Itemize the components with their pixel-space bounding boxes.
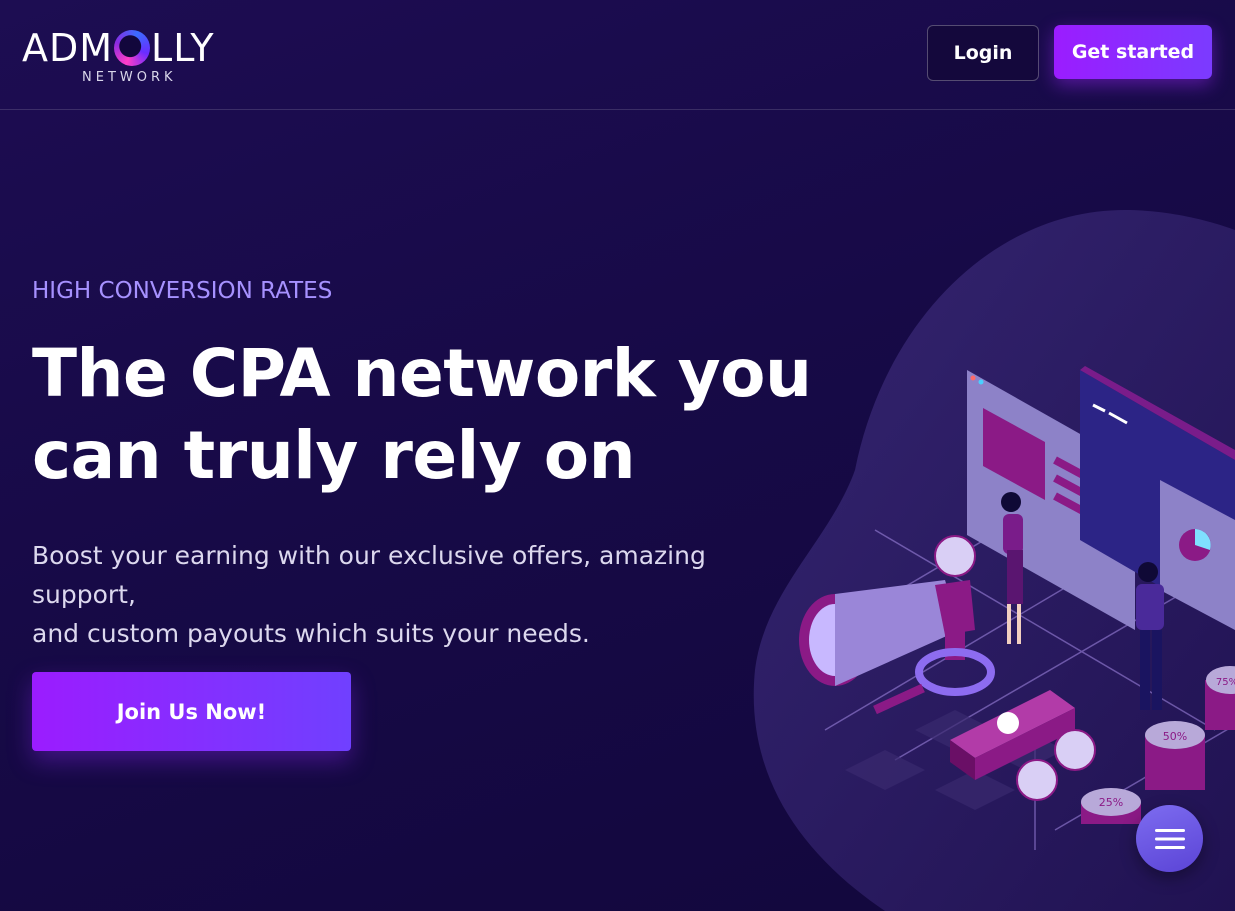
site-header: ADM LLY NETWORK Login Get started <box>0 0 1235 110</box>
menu-fab-button[interactable] <box>1136 805 1203 872</box>
hero-eyebrow: HIGH CONVERSION RATES <box>32 278 333 304</box>
hamburger-menu-icon <box>1154 828 1185 849</box>
headline-line-2: can truly rely on <box>32 417 636 494</box>
join-us-button[interactable]: Join Us Now! <box>32 672 351 751</box>
subtext-line-1: Boost your earning with our exclusive of… <box>32 541 706 609</box>
hero-headline: The CPA network you can truly rely on <box>32 333 852 497</box>
subtext-line-2: and custom payouts which suits your need… <box>32 619 590 648</box>
get-started-button[interactable]: Get started <box>1054 25 1212 79</box>
gradient-ring-icon <box>114 30 151 66</box>
percent-25-label: 25% <box>1099 796 1123 809</box>
admolly-logo[interactable]: ADM LLY NETWORK <box>22 28 242 88</box>
logo-text-left: ADM <box>22 26 114 70</box>
login-button[interactable]: Login <box>927 25 1039 81</box>
hero-subtext: Boost your earning with our exclusive of… <box>32 536 812 653</box>
headline-line-1: The CPA network you <box>32 335 812 412</box>
percent-75-label: 75% <box>1216 677 1235 688</box>
percent-50-label: 50% <box>1163 730 1187 743</box>
logo-wordmark: ADM LLY <box>22 28 242 68</box>
logo-text-right: LLY <box>151 26 215 70</box>
logo-subtitle: NETWORK <box>82 70 177 85</box>
